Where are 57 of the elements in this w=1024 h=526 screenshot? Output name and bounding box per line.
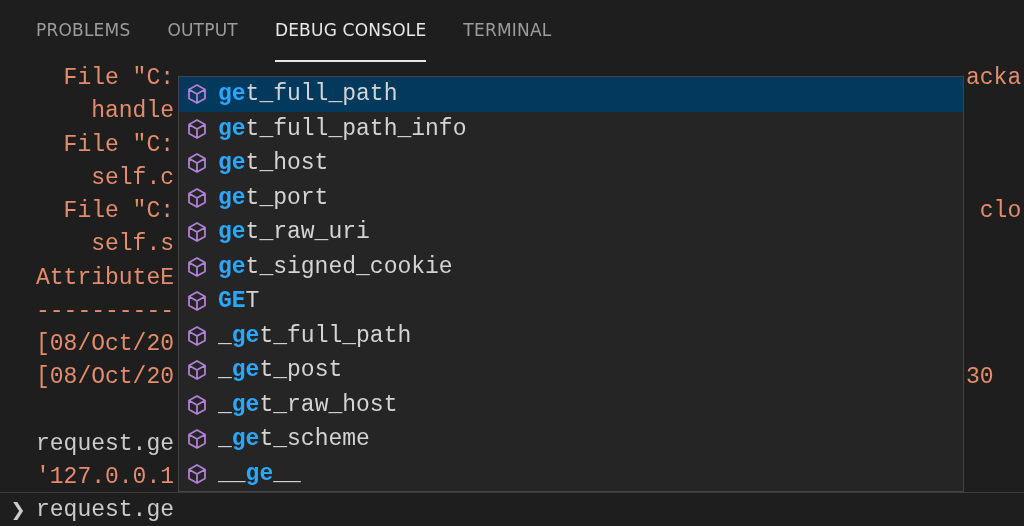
suggestion-label: get_signed_cookie	[218, 253, 453, 280]
console-text: ----------	[36, 296, 175, 326]
suggestion-item[interactable]: get_raw_uri	[179, 215, 963, 250]
prompt-chevron: ❯	[9, 499, 27, 520]
suggestion-item[interactable]: _get_scheme	[179, 422, 963, 457]
console-text: self.c	[90, 163, 175, 193]
suggestion-item[interactable]: _get_post	[179, 353, 963, 388]
console-text: '127.0.0.1	[36, 463, 175, 492]
cube-icon	[186, 117, 208, 140]
cube-icon	[186, 255, 208, 278]
console-text: [08/Oct/20	[36, 330, 175, 359]
suggestion-item[interactable]: get_signed_cookie	[179, 249, 963, 284]
suggestion-label: _get_full_path	[218, 322, 412, 349]
suggestion-label: get_raw_uri	[218, 219, 370, 246]
suggestion-item[interactable]: get_full_path_info	[179, 111, 963, 146]
panel-tab[interactable]: TERMINAL	[463, 0, 552, 62]
suggestion-item[interactable]: get_port	[179, 180, 963, 215]
suggestion-item[interactable]: GET	[179, 284, 963, 319]
cube-icon	[186, 428, 208, 451]
cube-icon	[186, 83, 208, 106]
cube-icon	[186, 152, 208, 175]
console-text: self.s	[90, 230, 175, 260]
cube-icon	[186, 393, 208, 416]
cube-icon	[186, 359, 208, 382]
suggestion-label: __ge__	[218, 460, 301, 487]
suggestion-label: _get_post	[218, 357, 343, 384]
suggestion-label: _get_scheme	[218, 426, 370, 453]
cube-icon	[186, 324, 208, 347]
cube-icon	[186, 186, 208, 209]
suggestion-item[interactable]: get_host	[179, 146, 963, 181]
suggestion-item[interactable]: get_full_path	[179, 77, 963, 112]
console-text: 30	[966, 363, 994, 393]
suggestion-item[interactable]: __ge__	[179, 456, 963, 491]
console-text: acka	[966, 64, 1022, 93]
panel-tab[interactable]: PROBLEMS	[36, 0, 131, 62]
suggestion-label: get_full_path_info	[218, 115, 467, 142]
suggestion-label: GET	[218, 288, 260, 315]
cube-icon	[186, 290, 208, 313]
suggestion-label: get_port	[218, 184, 329, 211]
console-input[interactable]: request.ge	[36, 496, 436, 523]
console-text: request.ge	[36, 429, 175, 459]
console-text: handle	[90, 97, 175, 127]
console-text: File "C:	[62, 197, 175, 226]
console-text: File "C:	[62, 130, 175, 160]
console-text: File "C:	[62, 64, 175, 93]
console-text: [08/Oct/20	[36, 363, 175, 393]
suggestion-label: _get_raw_host	[218, 391, 398, 418]
console-text: clo	[978, 197, 1022, 226]
panel-tab[interactable]: OUTPUT	[167, 0, 238, 62]
cube-icon	[186, 221, 208, 244]
console-text: AttributeE	[36, 263, 175, 293]
cube-icon	[186, 462, 208, 485]
suggestion-label: get_host	[218, 150, 329, 177]
suggestion-item[interactable]: _get_full_path	[179, 318, 963, 353]
suggestion-label: get_full_path	[218, 81, 398, 108]
panel-tab[interactable]: DEBUG CONSOLE	[274, 0, 427, 62]
suggestion-item[interactable]: _get_raw_host	[179, 387, 963, 422]
